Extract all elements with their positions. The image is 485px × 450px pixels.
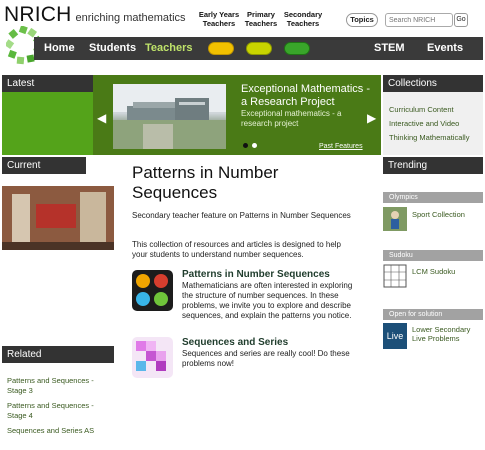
carousel-prev-icon[interactable]: ◀ — [97, 111, 106, 125]
related-link[interactable]: Sequences and Series AS — [7, 426, 107, 436]
nav-stem[interactable]: STEM — [374, 37, 405, 60]
site-name: NRICH — [4, 3, 72, 26]
problem-title-link[interactable]: Sequences and Series — [182, 337, 288, 348]
related-link[interactable]: Patterns and Sequences - Stage 3 — [7, 376, 107, 396]
nav-teachers[interactable]: Teachers — [145, 37, 193, 60]
trending-header: Trending — [383, 157, 483, 174]
trending-category: Sudoku — [383, 250, 483, 261]
problem-title-link[interactable]: Patterns in Number Sequences — [182, 269, 330, 280]
page-title: Patterns in Number Sequences — [132, 163, 279, 202]
trending-link[interactable]: Lower Secondary Live Problems — [412, 325, 482, 343]
carousel-dot[interactable] — [252, 143, 257, 148]
current-image[interactable] — [2, 186, 114, 250]
problem-description: Sequences and series are really cool! Do… — [182, 349, 350, 368]
carousel-dot-active[interactable] — [243, 143, 248, 148]
sport-thumbnail[interactable] — [383, 207, 407, 231]
collections-heading: Collections — [388, 78, 437, 89]
current-heading: Current — [7, 160, 41, 171]
sudoku-grid-icon[interactable] — [383, 264, 407, 288]
secondary-pill-button[interactable] — [284, 42, 310, 55]
page-intro: Secondary teacher feature on Patterns in… — [132, 211, 351, 220]
related-heading: Related — [7, 349, 42, 360]
site-brand[interactable]: NRICH enriching mathematics — [4, 3, 186, 27]
trending-link[interactable]: Sport Collection — [412, 210, 482, 219]
latest-header: Latest — [2, 75, 93, 92]
collection-link[interactable]: Thinking Mathematically — [389, 133, 469, 142]
related-link[interactable]: Patterns and Sequences - Stage 4 — [7, 401, 107, 421]
current-header: Current — [2, 157, 86, 174]
live-problems-thumbnail[interactable]: Live — [383, 323, 407, 349]
carousel-dots — [243, 143, 261, 148]
trending-category: Olympics — [383, 192, 483, 203]
audience-early-years[interactable]: Early Years Teachers — [197, 10, 241, 28]
trending-category: Open for solution — [383, 309, 483, 320]
main-nav: Home Students Teachers STEM Events — [34, 37, 483, 60]
collections-header: Collections — [383, 75, 483, 92]
problem-description: Mathematicians are often interested in e… — [182, 281, 353, 320]
audience-primary[interactable]: Primary Teachers — [243, 10, 279, 28]
carousel-next-icon[interactable]: ▶ — [367, 111, 376, 125]
latest-band — [2, 92, 93, 155]
nav-events[interactable]: Events — [427, 37, 463, 60]
sequences-series-icon[interactable] — [132, 337, 173, 378]
topics-button[interactable]: Topics — [346, 13, 378, 27]
collection-link[interactable]: Curriculum Content — [389, 105, 454, 114]
feature-image[interactable] — [113, 84, 226, 149]
related-header: Related — [2, 346, 114, 363]
primary-pill-button[interactable] — [246, 42, 272, 55]
site-tagline: enriching mathematics — [75, 12, 186, 24]
search-go-button[interactable]: Go — [454, 13, 468, 27]
latest-heading: Latest — [7, 78, 35, 89]
feature-title[interactable]: Exceptional Mathematics - a Research Pro… — [241, 83, 371, 109]
page-description: This collection of resources and article… — [132, 240, 341, 259]
trending-heading: Trending — [388, 160, 428, 171]
past-features-link[interactable]: Past Features — [319, 143, 363, 150]
nav-home[interactable]: Home — [44, 37, 75, 60]
audience-secondary[interactable]: Secondary Teachers — [281, 10, 325, 28]
feature-subtitle: Exceptional mathematics - a research pro… — [241, 109, 342, 128]
audience-selector: Early Years Teachers Primary Teachers Se… — [197, 10, 325, 28]
collections-list: Curriculum Content Interactive and Video… — [383, 92, 483, 155]
feature-carousel: ◀ Exceptional Mathematics - a Research P… — [93, 75, 381, 155]
trending-link[interactable]: LCM Sudoku — [412, 267, 482, 276]
nav-students[interactable]: Students — [89, 37, 136, 60]
patterns-problem-icon[interactable] — [132, 270, 173, 311]
early-years-pill-button[interactable] — [208, 42, 234, 55]
search-input[interactable] — [385, 13, 453, 27]
collection-link[interactable]: Interactive and Video — [389, 119, 459, 128]
